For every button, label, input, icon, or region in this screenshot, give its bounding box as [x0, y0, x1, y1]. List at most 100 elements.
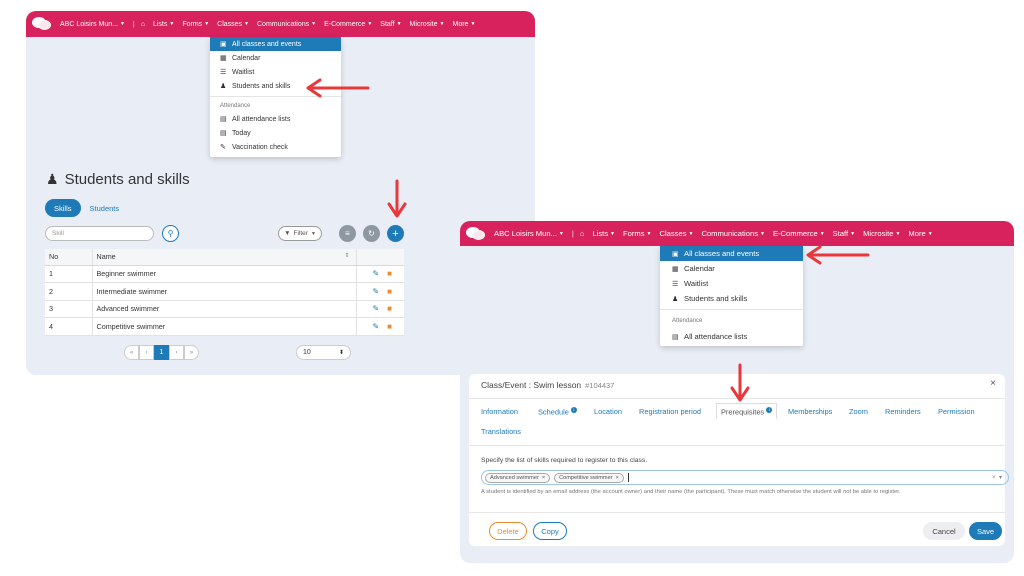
calendar-check-icon: ▣ [220, 41, 227, 48]
nav-microsite[interactable]: Microsite ▼ [410, 21, 445, 28]
filter-button[interactable]: ▼ Filter ▼ [278, 226, 322, 241]
search-icon: ⚲ [167, 229, 174, 238]
trash-icon[interactable]: ■ [387, 269, 392, 278]
menu-item-vaccination[interactable]: ✎ Vaccination check [210, 140, 341, 154]
tab-registration-period[interactable]: Registration period [639, 407, 701, 416]
home-icon[interactable]: ⌂ [580, 229, 585, 238]
menu-header-attendance: Attendance [672, 318, 703, 324]
nav-forms[interactable]: Forms ▼ [182, 21, 209, 28]
row-actions: ✎ ■ [355, 317, 404, 336]
nav-more[interactable]: More ▼ [452, 21, 475, 28]
edit-icon[interactable]: ✎ [372, 304, 379, 313]
nav-classes[interactable]: Classes ▼ [217, 21, 249, 28]
tab-memberships[interactable]: Memberships [788, 407, 832, 416]
clipboard-icon: ▤ [220, 116, 227, 123]
edit-icon[interactable]: ✎ [372, 322, 379, 331]
page-title: ♟ Students and skills [46, 171, 190, 188]
trash-icon[interactable]: ■ [387, 304, 392, 313]
menu-item-waitlist[interactable]: ☰ Waitlist [660, 276, 803, 291]
nav-forms[interactable]: Forms ▼ [623, 229, 651, 238]
annotation-arrow-down [387, 179, 407, 218]
menu-item-attendance-lists[interactable]: ▤ All attendance lists [210, 112, 341, 126]
page-next-button[interactable]: › [169, 345, 184, 360]
page-first-button[interactable]: « [124, 345, 139, 360]
close-icon[interactable]: × [616, 475, 619, 481]
trash-icon[interactable]: ■ [387, 287, 392, 296]
nav-label: More [908, 229, 926, 238]
page-prev-button[interactable]: ‹ [139, 345, 154, 360]
add-skill-button[interactable]: + [387, 225, 404, 242]
menu-item-waitlist[interactable]: ☰ Waitlist [210, 65, 341, 79]
skill-search-input[interactable]: Skill [45, 226, 154, 241]
nav-more[interactable]: More ▼ [908, 229, 932, 238]
chevron-down-icon: ▼ [169, 21, 175, 27]
menu-item-all-classes[interactable]: ▣ All classes and events [660, 246, 803, 261]
skills-tag-input[interactable]: Advanced swimmer × Competitive swimmer × ×… [481, 470, 1009, 485]
calendar-check-icon: ▣ [672, 250, 679, 258]
save-button[interactable]: Save [969, 522, 1002, 540]
tab-students[interactable]: Students [81, 199, 129, 217]
row-actions: ✎ ■ [355, 265, 404, 283]
close-icon[interactable]: × [542, 475, 545, 481]
tab-zoom[interactable]: Zoom [849, 407, 868, 416]
org-selector[interactable]: ABC Loisirs Mun... ▼ [60, 21, 125, 28]
cancel-button[interactable]: Cancel [923, 522, 965, 540]
nav-label: E-Commerce [324, 20, 366, 28]
menu-item-calendar[interactable]: ▦ Calendar [210, 51, 341, 65]
delete-button[interactable]: Delete [489, 522, 527, 540]
menu-item-attendance-lists[interactable]: ▤ All attendance lists [660, 329, 803, 344]
tab-schedule[interactable]: Schedule i [538, 407, 577, 416]
edit-icon[interactable]: ✎ [372, 269, 379, 278]
chevron-down-icon: ▼ [119, 21, 125, 27]
nav-staff[interactable]: Staff ▼ [380, 21, 401, 28]
menu-item-all-classes[interactable]: ▣ All classes and events [210, 37, 341, 51]
menu-item-students-skills[interactable]: ♟ Students and skills [660, 291, 803, 306]
nav-staff[interactable]: Staff ▼ [833, 229, 855, 238]
page-current-button[interactable]: 1 [154, 345, 169, 360]
prerequisites-label: Specify the list of skills required to r… [481, 457, 648, 464]
trash-icon[interactable]: ■ [387, 322, 392, 331]
chevron-down-icon: ▼ [310, 230, 316, 237]
nav-communications[interactable]: Communications ▼ [701, 229, 765, 238]
clear-chevron-icon[interactable]: × ▾ [992, 474, 1002, 481]
org-selector[interactable]: ABC Loisirs Mun... ▼ [494, 229, 564, 238]
nav-ecommerce[interactable]: E-Commerce ▼ [324, 21, 372, 28]
column-header-no[interactable]: No [45, 249, 93, 266]
refresh-button[interactable]: ↻ [363, 225, 380, 242]
nav-microsite[interactable]: Microsite ▼ [863, 229, 900, 238]
nav-classes[interactable]: Classes ▼ [659, 229, 693, 238]
event-id: #104437 [585, 381, 615, 390]
per-page-select[interactable]: 10 ⬍ [296, 345, 351, 360]
tab-reminders[interactable]: Reminders [885, 407, 921, 416]
nav-lists[interactable]: Lists ▼ [153, 21, 174, 28]
annotation-arrow-left [806, 245, 870, 265]
clipboard-icon: ▤ [220, 130, 227, 137]
edit-icon[interactable]: ✎ [372, 287, 379, 296]
nav-ecommerce[interactable]: E-Commerce ▼ [773, 229, 825, 238]
skill-tag[interactable]: Competitive swimmer × [554, 472, 624, 483]
copy-button[interactable]: Copy [533, 522, 567, 540]
tab-location[interactable]: Location [594, 407, 622, 416]
list-view-button[interactable]: ≡ [339, 225, 356, 242]
home-icon[interactable]: ⌂ [141, 21, 145, 28]
page-last-button[interactable]: » [184, 345, 199, 360]
chevron-down-icon: ▼ [850, 230, 856, 237]
tab-skills[interactable]: Skills [45, 199, 81, 217]
tab-translations[interactable]: Translations [481, 427, 521, 436]
menu-item-today[interactable]: ▤ Today [210, 126, 341, 140]
close-icon[interactable]: × [990, 378, 996, 389]
chevron-down-icon: ▼ [367, 21, 373, 27]
menu-item-label: Today [232, 129, 251, 137]
nav-communications[interactable]: Communications ▼ [257, 21, 316, 28]
skill-tag[interactable]: Advanced swimmer × [485, 472, 551, 483]
org-name: ABC Loisirs Mun... [60, 20, 118, 28]
menu-item-calendar[interactable]: ▦ Calendar [660, 261, 803, 276]
list-icon: ≡ [345, 229, 350, 238]
tab-permission[interactable]: Permission [938, 407, 975, 416]
search-button[interactable]: ⚲ [162, 225, 179, 242]
column-header-name[interactable]: Name ⇕ [92, 249, 356, 266]
divider: | [132, 20, 135, 28]
nav-lists[interactable]: Lists ▼ [592, 229, 615, 238]
tab-information[interactable]: Information [481, 407, 518, 416]
logo-icon [466, 226, 486, 242]
